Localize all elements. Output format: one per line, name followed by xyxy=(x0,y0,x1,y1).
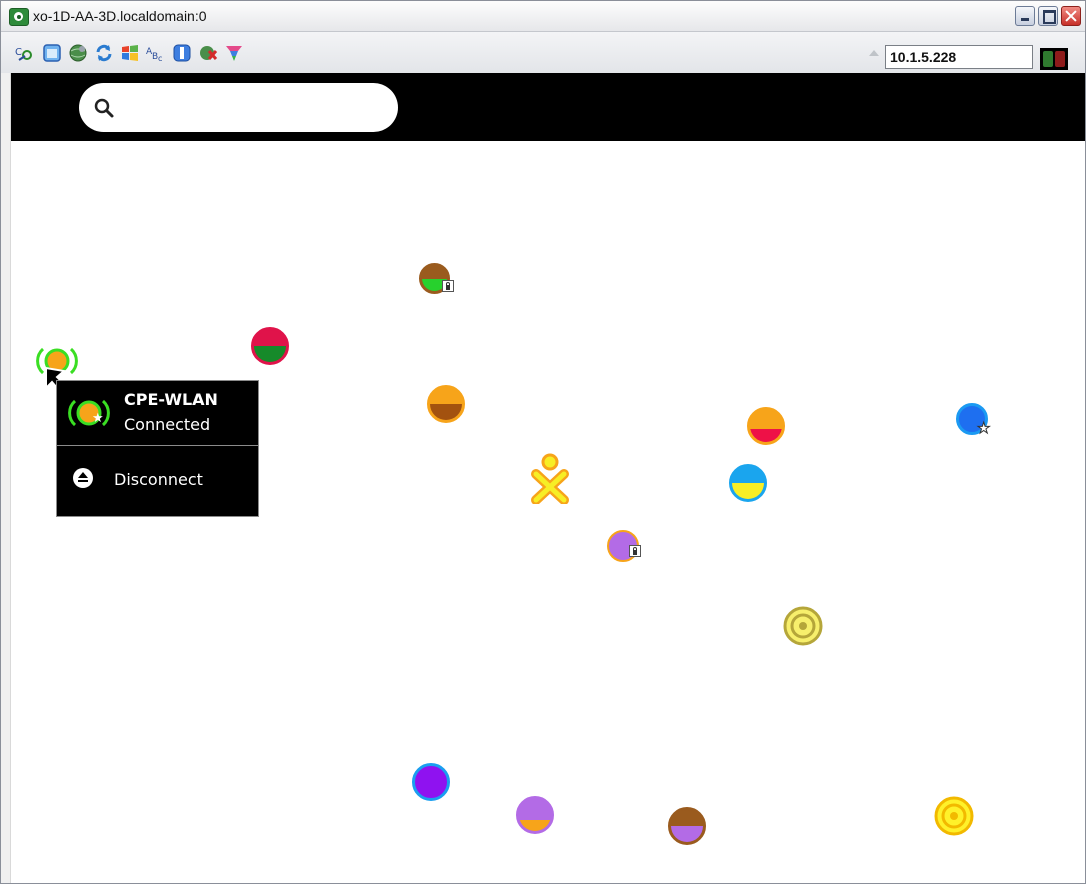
lock-icon xyxy=(442,280,454,292)
search-box[interactable] xyxy=(79,83,398,132)
network-brown-purple[interactable] xyxy=(668,807,706,845)
network-name: CPE-WLAN xyxy=(124,390,218,409)
refresh-icon[interactable] xyxy=(94,43,114,63)
maximize-button[interactable] xyxy=(1038,6,1058,26)
network-purple-blue[interactable] xyxy=(412,763,450,801)
disconnect-menu-item[interactable]: Disconnect xyxy=(57,446,258,516)
transfer-icon[interactable] xyxy=(172,43,192,63)
left-gutter xyxy=(1,73,11,883)
network-cyan-yellow[interactable] xyxy=(729,464,767,502)
network-red-green[interactable] xyxy=(251,327,289,365)
search-icon xyxy=(94,98,114,118)
xo-buddy-icon[interactable] xyxy=(530,452,570,504)
close-button[interactable] xyxy=(1061,6,1081,26)
app-window: xo-1D-AA-3D.localdomain:0 C ABc 10.1.5.2… xyxy=(0,0,1086,884)
eject-icon xyxy=(73,468,93,488)
address-dropdown-icon[interactable] xyxy=(869,50,879,56)
network-palette: ★ CPE-WLAN Connected Disconnect xyxy=(56,380,259,517)
mesh-point-icon[interactable] xyxy=(933,795,975,837)
mesh-point-icon[interactable] xyxy=(782,605,824,647)
palette-header: ★ CPE-WLAN Connected xyxy=(57,381,258,446)
fullscreen-icon[interactable] xyxy=(42,43,62,63)
svg-text:c: c xyxy=(158,54,162,63)
vnc-toolbar: C ABc 10.1.5.228 xyxy=(1,32,1085,74)
network-orange-red[interactable] xyxy=(747,407,785,445)
wireless-network-icon: ★ xyxy=(68,399,110,427)
network-orange-brown[interactable] xyxy=(427,385,465,423)
lock-icon xyxy=(629,545,641,557)
search-input[interactable] xyxy=(127,95,381,121)
color-icon[interactable] xyxy=(224,43,244,63)
disconnect-icon[interactable] xyxy=(198,43,218,63)
title-bar[interactable]: xo-1D-AA-3D.localdomain:0 xyxy=(1,1,1085,32)
font-icon[interactable]: ABc xyxy=(146,43,166,63)
app-eye-icon xyxy=(9,8,29,26)
windows-icon[interactable] xyxy=(120,43,140,63)
svg-text:★: ★ xyxy=(92,411,104,426)
server-address-field[interactable]: 10.1.5.228 xyxy=(885,45,1033,69)
favorite-star-icon: ★ xyxy=(976,419,991,437)
disconnect-label: Disconnect xyxy=(114,470,203,489)
connection-status-icon xyxy=(1040,48,1068,70)
svg-text:C: C xyxy=(15,47,22,58)
sugar-top-frame xyxy=(11,73,1085,141)
minimize-button[interactable] xyxy=(1015,6,1035,26)
neighborhood-view: ★ ★ CPE-WLAN Connected Disconnect xyxy=(11,141,1085,883)
globe-icon[interactable] xyxy=(68,43,88,63)
window-title: xo-1D-AA-3D.localdomain:0 xyxy=(33,8,207,24)
options-icon[interactable]: C xyxy=(15,43,35,63)
network-status: Connected xyxy=(124,415,211,434)
network-purple-orange[interactable] xyxy=(516,796,554,834)
